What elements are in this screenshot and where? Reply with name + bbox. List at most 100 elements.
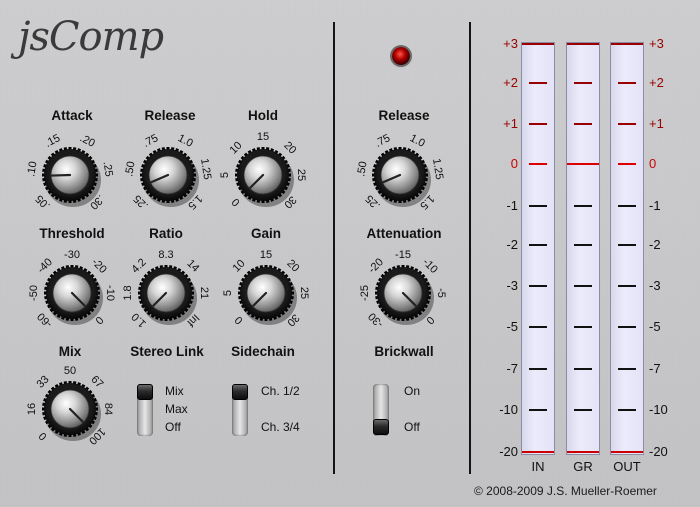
brickwall-release-scale-label: .75: [373, 132, 392, 150]
attack-scale-label: .15: [43, 132, 62, 150]
attenuation-knob[interactable]: -30-25-20-15-10-50: [348, 238, 458, 348]
sidechain-option-ch12[interactable]: Ch. 1/2: [261, 384, 300, 398]
meter-tick: [618, 326, 636, 328]
meter-out: [610, 42, 644, 455]
stereo-link-switch[interactable]: [137, 384, 153, 436]
meter-tick: [618, 82, 636, 84]
meter-tick: [574, 285, 592, 287]
copyright-text: © 2008-2009 J.S. Mueller-Roemer: [474, 484, 657, 498]
meter-tick: [529, 326, 547, 328]
meter-scale-right-label: +1: [649, 116, 664, 131]
hold-scale-label: 5: [219, 172, 231, 178]
meter-scale-right-label: -3: [649, 278, 661, 293]
mix-scale-label: 33: [34, 373, 51, 390]
meter-scale-left-label: +2: [503, 75, 518, 90]
meter-tick: [618, 409, 636, 411]
meter-tick: [529, 409, 547, 411]
meter-tick: [611, 451, 643, 453]
meter-tick: [618, 163, 636, 165]
gain-scale-label: 5: [222, 290, 234, 296]
meter-tick: [618, 368, 636, 370]
brickwall-release-knob[interactable]: .25.50.75 1.01.251.5: [345, 120, 455, 230]
brickwall-option-on[interactable]: On: [404, 384, 420, 398]
brickwall-switch[interactable]: [373, 384, 389, 436]
ratio-scale-label: 21: [198, 287, 210, 299]
stereo-link-switch-handle[interactable]: [137, 384, 153, 400]
meter-scale-right-label: +3: [649, 36, 664, 51]
plugin-panel: jsComp Attack Release Hold Threshold Rat…: [0, 0, 700, 507]
meter-tick: [529, 244, 547, 246]
meter-tick: [574, 123, 592, 125]
gain-scale-label: 15: [260, 249, 272, 261]
mix-scale-label: 16: [26, 403, 38, 415]
meter-scale-left-label: -20: [499, 444, 518, 459]
hold-knob[interactable]: 051015202530: [208, 120, 318, 230]
release-scale-label: .50: [123, 161, 137, 178]
gain-scale-label: 10: [230, 257, 247, 274]
meter-tick: [529, 82, 547, 84]
meter-tick: [529, 123, 547, 125]
meter-tick: [618, 123, 636, 125]
attenuation-scale-label: -15: [395, 249, 411, 261]
stereo-link-option-mix[interactable]: Mix: [165, 384, 184, 398]
meter-tick: [522, 43, 554, 45]
meter-tick: [618, 244, 636, 246]
meter-scale-right-label: -1: [649, 198, 661, 213]
mix-scale-label: 84: [102, 403, 114, 415]
meter-tick: [522, 451, 554, 453]
hold-scale-label: 0: [230, 196, 243, 209]
meter-scale-left-label: -3: [506, 278, 518, 293]
stereo-link-option-max[interactable]: Max: [165, 402, 188, 416]
app-logo: jsComp: [18, 14, 164, 60]
meter-gr: [566, 42, 600, 455]
meter-tick: [574, 205, 592, 207]
meter-scale-right-label: -5: [649, 319, 661, 334]
meter-scale-left-label: +3: [503, 36, 518, 51]
meter-scale-right-label: -10: [649, 402, 668, 417]
mix-knob[interactable]: 01633506784100: [15, 354, 125, 464]
sidechain-option-ch34[interactable]: Ch. 3/4: [261, 420, 300, 434]
meter-tick: [567, 43, 599, 45]
meter-scale-left-label: -5: [506, 319, 518, 334]
brickwall-release-scale-label: .50: [355, 161, 369, 178]
meter-tick: [574, 326, 592, 328]
gain-scale-label: 25: [298, 287, 310, 299]
attenuation-scale-label: -10: [420, 256, 440, 276]
meter-tick: [574, 244, 592, 246]
attack-knob[interactable]: .05.10.15.20.25.30: [15, 120, 125, 230]
gain-knob[interactable]: 051015202530: [211, 238, 321, 348]
ratio-knob[interactable]: 1.01.84.28.31421Inf: [111, 238, 221, 348]
attenuation-scale-label: -25: [359, 285, 371, 301]
attenuation-scale-label: -5: [435, 288, 447, 298]
attack-scale-label: .10: [25, 161, 39, 178]
meter-tick: [529, 368, 547, 370]
release-scale-label: 1.0: [176, 132, 195, 150]
sidechain-switch-handle[interactable]: [232, 384, 248, 400]
brickwall-option-off[interactable]: Off: [404, 420, 420, 434]
meter-scale-right-label: +2: [649, 75, 664, 90]
stereo-link-option-off[interactable]: Off: [165, 420, 181, 434]
hold-scale-label: 10: [227, 139, 244, 156]
brickwall-switch-handle[interactable]: [373, 419, 389, 435]
meter-in: [521, 42, 555, 455]
divider-right: [469, 22, 471, 474]
sidechain-switch[interactable]: [232, 384, 248, 436]
ratio-scale-label: 1.0: [129, 310, 148, 329]
threshold-scale-label: -40: [35, 256, 55, 276]
release-knob[interactable]: .25.50.75 1.01.251.5: [113, 120, 223, 230]
release-scale-label: .75: [141, 132, 160, 150]
brickwall-release-scale-label: 1.0: [408, 132, 427, 150]
brickwall-release-scale-label: 1.25: [430, 158, 445, 181]
threshold-scale-label: -30: [64, 249, 80, 261]
meter-scale-left-label: 0: [510, 156, 518, 171]
meter-scale-right-label: 0: [649, 156, 657, 171]
meter-scale-left-label: -7: [506, 361, 518, 376]
meter-label-out: OUT: [613, 459, 641, 474]
hold-scale-label: 20: [281, 139, 298, 156]
threshold-scale-label: -50: [28, 285, 40, 301]
meter-tick: [574, 409, 592, 411]
attenuation-scale-label: -20: [366, 256, 386, 276]
hold-scale-label: 15: [257, 131, 269, 143]
meter-tick: [618, 285, 636, 287]
meter-tick: [574, 368, 592, 370]
